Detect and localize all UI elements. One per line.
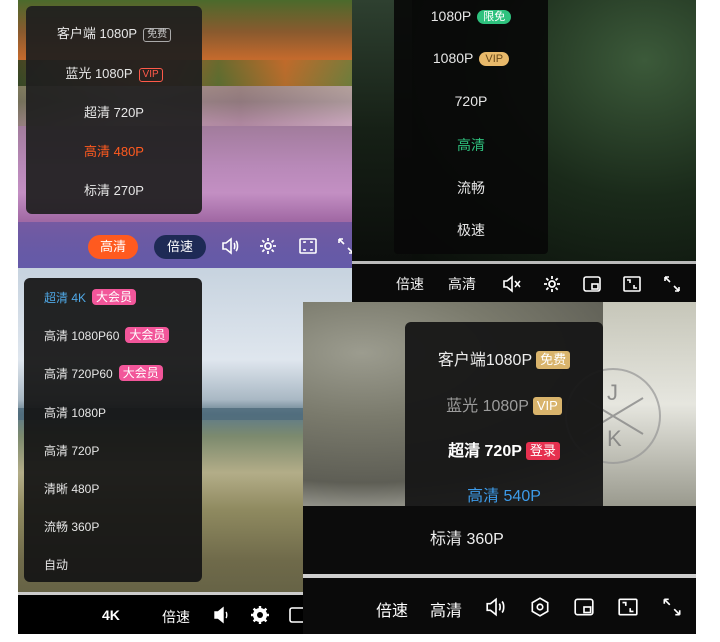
- player-panel-a: 客户端 1080P 免费 蓝光 1080P VIP 超清 720P 高清 480P …: [18, 0, 352, 268]
- quality-menu: 1080P 限免 1080P VIP 720P 高清 流畅 极速: [394, 0, 548, 254]
- vip-badge: VIP: [479, 52, 510, 66]
- picture-in-picture-icon[interactable]: [582, 274, 602, 294]
- quality-option[interactable]: 高清 720P: [44, 442, 202, 459]
- control-bar: 倍速 高清: [352, 264, 696, 302]
- limited-free-badge: 限免: [477, 10, 512, 24]
- player-panel-b: 1080P 限免 1080P VIP 720P 高清 流畅 极速 倍速 高清: [352, 0, 696, 302]
- quality-option-selected[interactable]: 高清 540P: [405, 482, 603, 506]
- control-bar: 4K 倍速: [18, 595, 352, 634]
- expand-icon[interactable]: [336, 236, 352, 256]
- fullscreen-icon[interactable]: [662, 274, 682, 294]
- premium-badge: 大会员: [92, 289, 137, 305]
- speed-button[interactable]: 倍速: [396, 274, 424, 294]
- settings-gear-icon[interactable]: [542, 274, 562, 294]
- quality-option[interactable]: 1080P VIP: [394, 50, 548, 66]
- quality-option[interactable]: 自动: [44, 556, 202, 573]
- speed-button[interactable]: 倍速: [154, 235, 206, 259]
- player-panel-d: J K 客户端1080P 免费 蓝光 1080P VIP 超清 720P 登录 高清 …: [303, 302, 696, 634]
- quality-option[interactable]: 1080P 限免: [394, 8, 548, 24]
- quality-option-selected[interactable]: 高清 480P: [26, 141, 202, 160]
- settings-gear-icon[interactable]: [258, 236, 278, 256]
- volume-icon[interactable]: [220, 236, 240, 256]
- picture-in-picture-icon[interactable]: [573, 596, 595, 618]
- quality-button[interactable]: 高清: [430, 597, 462, 621]
- vip-badge: VIP: [138, 68, 163, 82]
- fullscreen-icon[interactable]: [661, 596, 683, 618]
- quality-option[interactable]: 720P: [394, 93, 548, 109]
- quality-option[interactable]: 高清 720P60 大会员: [44, 365, 202, 382]
- quality-button[interactable]: 高清: [448, 274, 476, 294]
- player-panel-c: 超清 4K 大会员 高清 1080P60 大会员 高清 720P60 大会员 高清 1…: [18, 268, 352, 634]
- quality-option[interactable]: 流畅: [394, 178, 548, 198]
- quality-button[interactable]: 4K: [102, 607, 120, 623]
- settings-gear-icon[interactable]: [250, 605, 270, 625]
- window-mode-icon[interactable]: [617, 596, 639, 618]
- window-mode-icon[interactable]: [622, 274, 642, 294]
- quality-option-selected[interactable]: 高清: [394, 135, 548, 155]
- quality-option[interactable]: 极速: [394, 220, 548, 240]
- settings-hexagon-icon[interactable]: [529, 596, 551, 618]
- login-badge: 登录: [525, 442, 560, 460]
- quality-option-selected[interactable]: 超清 4K 大会员: [44, 289, 202, 306]
- fullscreen-icon[interactable]: [298, 236, 318, 256]
- premium-badge: 大会员: [118, 365, 163, 381]
- quality-option[interactable]: 标清 360P: [303, 506, 696, 574]
- quality-option[interactable]: 蓝光 1080P VIP: [26, 63, 202, 82]
- quality-menu: 客户端 1080P 免费 蓝光 1080P VIP 超清 720P 高清 480P …: [26, 6, 202, 214]
- quality-option[interactable]: 客户端 1080P 免费: [26, 23, 202, 42]
- volume-icon[interactable]: [212, 605, 232, 625]
- quality-option[interactable]: 高清 1080P60 大会员: [44, 327, 202, 344]
- quality-menu: 客户端1080P 免费 蓝光 1080P VIP 超清 720P 登录 高清 540P: [405, 322, 603, 506]
- mute-icon[interactable]: [502, 274, 522, 294]
- premium-badge: 大会员: [125, 327, 170, 343]
- volume-icon[interactable]: [485, 596, 507, 618]
- quality-option[interactable]: 清晰 480P: [44, 480, 202, 497]
- quality-option[interactable]: 标清 270P: [26, 180, 202, 199]
- quality-option[interactable]: 流畅 360P: [44, 518, 202, 535]
- control-bar: 倍速 高清: [303, 578, 696, 634]
- free-badge: 免费: [536, 351, 571, 369]
- control-bar: 高清 倍速: [18, 222, 352, 268]
- quality-button[interactable]: 高清: [88, 235, 138, 259]
- quality-option[interactable]: 蓝光 1080P VIP: [405, 392, 603, 416]
- vip-badge: VIP: [532, 397, 562, 415]
- quality-option[interactable]: 超清 720P: [26, 102, 202, 121]
- quality-option[interactable]: 客户端1080P 免费: [405, 346, 603, 370]
- speed-button[interactable]: 倍速: [376, 597, 408, 621]
- speed-button[interactable]: 倍速: [162, 607, 190, 627]
- quality-menu: 超清 4K 大会员 高清 1080P60 大会员 高清 720P60 大会员 高清 1…: [24, 278, 202, 582]
- quality-option[interactable]: 高清 1080P: [44, 404, 202, 421]
- quality-option[interactable]: 超清 720P 登录: [405, 437, 603, 461]
- free-badge: 免费: [143, 28, 172, 42]
